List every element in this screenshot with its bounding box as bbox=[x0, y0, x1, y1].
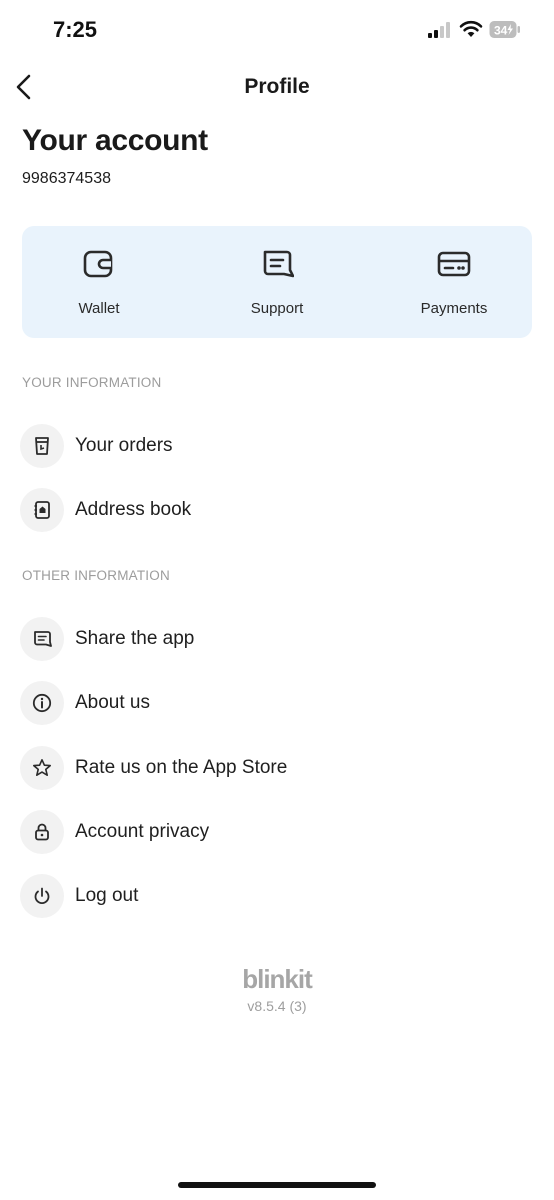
status-time: 7:25 bbox=[53, 17, 98, 42]
support-button[interactable]: Support bbox=[217, 226, 337, 338]
menu-item-your-orders[interactable]: Your orders bbox=[20, 423, 520, 469]
menu-label: Share the app bbox=[75, 628, 195, 649]
wallet-button[interactable]: Wallet bbox=[39, 226, 159, 338]
wallet-label: Wallet bbox=[78, 300, 120, 317]
wifi-icon bbox=[459, 20, 483, 37]
menu-icon-bg bbox=[20, 617, 64, 661]
nav-bar: Profile bbox=[0, 60, 554, 114]
credit-card-icon bbox=[437, 251, 471, 277]
page-title: Profile bbox=[244, 75, 310, 98]
menu-item-rate-us[interactable]: Rate us on the App Store bbox=[20, 745, 520, 791]
menu-label: About us bbox=[75, 692, 150, 713]
chat-support-icon bbox=[263, 250, 294, 278]
app-version: v8.5.4 (3) bbox=[247, 998, 307, 1014]
star-icon bbox=[33, 759, 51, 776]
menu-item-share-the-app[interactable]: Share the app bbox=[20, 616, 520, 662]
battery-level: 34 bbox=[494, 24, 508, 38]
menu-label: Your orders bbox=[75, 435, 173, 456]
menu-icon-bg bbox=[20, 488, 64, 532]
menu-icon-bg bbox=[20, 874, 64, 918]
account-phone: 9986374538 bbox=[22, 170, 111, 187]
info-icon bbox=[32, 693, 52, 713]
order-bag-icon bbox=[35, 437, 49, 455]
home-indicator bbox=[178, 1182, 376, 1188]
menu-label: Rate us on the App Store bbox=[75, 757, 288, 778]
menu-item-log-out[interactable]: Log out bbox=[20, 873, 520, 919]
support-label: Support bbox=[250, 300, 304, 317]
wallet-icon bbox=[83, 250, 113, 278]
menu-icon-bg bbox=[20, 810, 64, 854]
menu-item-account-privacy[interactable]: Account privacy bbox=[20, 809, 520, 855]
menu-icon-bg bbox=[20, 681, 64, 725]
lock-icon bbox=[35, 823, 49, 841]
payments-button[interactable]: Payments bbox=[394, 226, 514, 338]
menu-label: Log out bbox=[75, 885, 139, 906]
status-bar: 7:25 34 bbox=[0, 0, 554, 60]
blinkit-logo: blinkit bbox=[242, 964, 313, 994]
menu-icon-bg bbox=[20, 746, 64, 790]
menu-label: Address book bbox=[75, 499, 192, 520]
quick-actions-card: Wallet Support Payments bbox=[22, 226, 532, 338]
section-header-other-information: OTHER INFORMATION bbox=[22, 568, 170, 583]
menu-icon-bg bbox=[20, 424, 64, 468]
menu-label: Account privacy bbox=[75, 821, 210, 842]
account-heading: Your account bbox=[22, 124, 208, 157]
menu-item-about-us[interactable]: About us bbox=[20, 680, 520, 726]
section-header-your-information: YOUR INFORMATION bbox=[22, 375, 162, 390]
payments-label: Payments bbox=[420, 300, 488, 317]
address-book-icon bbox=[34, 501, 50, 519]
cellular-signal-icon bbox=[428, 22, 452, 38]
battery-icon: 34 bbox=[489, 21, 520, 38]
menu-item-address-book[interactable]: Address book bbox=[20, 487, 520, 533]
power-icon bbox=[34, 887, 50, 905]
share-message-icon bbox=[34, 631, 52, 647]
